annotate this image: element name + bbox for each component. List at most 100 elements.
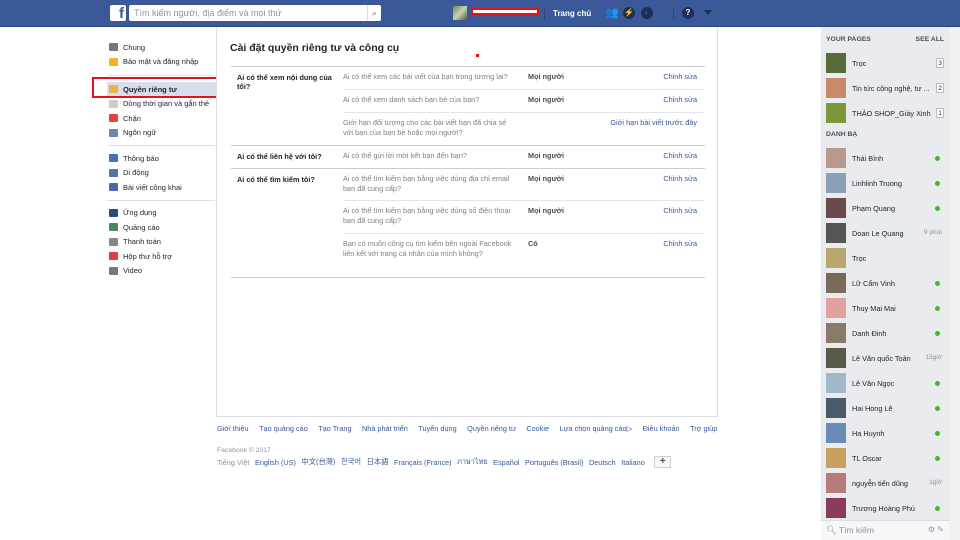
nav-item[interactable]: Thanh toán (107, 235, 217, 250)
language-link[interactable]: English (US) (255, 458, 296, 467)
nav-divider (107, 145, 215, 146)
section-label: Ai có thể liên hệ với tôi? (237, 152, 322, 161)
section-label: Ai có thể xem nội dung của tôi? (237, 73, 332, 91)
chat-settings-compose-icons[interactable]: ⚙ ✎ (928, 521, 944, 539)
page-thumbnail (826, 78, 846, 98)
footer-link[interactable]: Quyền riêng tư (467, 424, 516, 433)
help-icon[interactable]: ? (682, 7, 694, 19)
notifications-globe-icon[interactable]: ◐ (641, 7, 653, 19)
edit-link[interactable]: Chỉnh sửa (663, 72, 697, 81)
nav-item[interactable]: Video (107, 264, 217, 279)
contact-item[interactable]: Trọc (826, 248, 948, 268)
language-link[interactable]: Français (France) (394, 458, 452, 467)
language-link[interactable]: Español (493, 458, 519, 467)
contact-item[interactable]: Doan Le Quang 9 phút (826, 223, 948, 243)
contact-item[interactable]: Ha Huynh (826, 423, 948, 443)
language-link[interactable]: 中文(台灣) (301, 457, 335, 467)
contact-name: Linhlinh Truong (852, 178, 902, 188)
contact-avatar (826, 373, 846, 393)
facebook-logo-icon[interactable]: f (110, 5, 126, 21)
more-languages-button[interactable]: + (654, 456, 672, 468)
contact-item[interactable]: TL Oscar (826, 448, 948, 468)
search-icon[interactable]: ⌕ (366, 5, 377, 21)
footer-link[interactable]: Cookie (526, 424, 549, 433)
nav-item[interactable]: Quảng cáo (107, 220, 217, 235)
footer-link[interactable]: Trợ giúp (690, 424, 717, 433)
setting-value: Mọi người (528, 95, 565, 104)
language-link[interactable]: 日本語 (367, 457, 389, 467)
home-link[interactable]: Trang chủ (553, 9, 591, 18)
online-indicator-icon (935, 206, 940, 211)
online-indicator-icon (935, 381, 940, 386)
page-item[interactable]: Tin tức công nghệ, tư ... 2 (826, 78, 948, 98)
nav-item-icon (109, 57, 118, 66)
online-indicator-icon (935, 406, 940, 411)
footer-link[interactable]: Nhà phát triển (362, 424, 408, 433)
nav-item[interactable]: Di động (107, 166, 217, 181)
online-indicator-icon (935, 431, 940, 436)
messenger-icon[interactable]: ⚡ (623, 7, 635, 19)
footer-link[interactable]: Tuyển dụng (418, 424, 456, 433)
edit-link[interactable]: Giới hạn bài viết trước đây (610, 118, 697, 127)
nav-item[interactable]: Ứng dụng (107, 206, 217, 221)
nav-item-icon (109, 99, 118, 108)
contact-name: Thuy Mai Mai (852, 303, 896, 313)
contact-item[interactable]: Hai Hong Lê (826, 398, 948, 418)
contact-item[interactable]: Danh Đinh (826, 323, 948, 343)
nav-item[interactable]: Bài viết công khai (107, 180, 217, 195)
page-item[interactable]: THẢO SHOP_Giày Xinh 1 (826, 103, 948, 123)
search-input[interactable]: Tìm kiếm người, địa điểm và mọi thứ ⌕ (129, 5, 381, 21)
nav-divider (107, 75, 215, 76)
nav-item-icon (109, 128, 118, 137)
see-all-link[interactable]: SEE ALL (916, 36, 944, 43)
contact-item[interactable]: Lê Văn Ngọc (826, 373, 948, 393)
your-pages-heading: YOUR PAGES (826, 36, 871, 43)
online-indicator-icon (935, 506, 940, 511)
chat-search-input[interactable]: 🔍︎ Tìm kiếm ⚙ ✎ (821, 520, 950, 540)
footer-link[interactable]: Tạo quảng cáo (259, 424, 308, 433)
friend-requests-icon[interactable]: 👥 (605, 7, 619, 19)
contact-item[interactable]: Lê Văn quốc Toản 15giờ (826, 348, 948, 368)
scrollbar[interactable] (950, 27, 960, 540)
account-menu-chevron-down-icon[interactable] (704, 10, 712, 19)
divider (673, 7, 674, 20)
online-indicator-icon (935, 181, 940, 186)
nav-item[interactable]: Dòng thời gian và gắn thẻ (107, 97, 217, 112)
contact-name: Trọc (852, 253, 867, 263)
language-link[interactable]: Português (Brasil) (525, 458, 583, 467)
language-link[interactable]: Italiano (621, 458, 645, 467)
footer-link[interactable]: Giới thiệu (217, 424, 249, 433)
nav-item[interactable]: Chung (107, 40, 217, 55)
contact-item[interactable]: nguyễn tiến dũng 1giờ (826, 473, 948, 493)
language-link[interactable]: ภาษาไทย (457, 457, 488, 468)
language-link[interactable]: Deutsch (589, 458, 616, 467)
nav-item[interactable]: Ngôn ngữ (107, 126, 217, 141)
contact-item[interactable]: Thái Bình (826, 148, 948, 168)
nav-item[interactable]: Hộp thư hỗ trợ (107, 249, 217, 264)
nav-item-icon (109, 237, 118, 246)
profile-avatar[interactable] (453, 6, 467, 20)
edit-link[interactable]: Chỉnh sửa (663, 206, 697, 215)
edit-link[interactable]: Chỉnh sửa (663, 151, 697, 160)
contact-item[interactable]: Trương Hoàng Phú (826, 498, 948, 518)
edit-link[interactable]: Chỉnh sửa (663, 95, 697, 104)
language-link[interactable]: 한국어 (341, 457, 361, 467)
page-item[interactable]: Trọc 3 (826, 53, 948, 73)
contact-item[interactable]: Lữ Cẩm Vinh (826, 273, 948, 293)
footer-link[interactable]: Lựa chọn quảng cáo▷ (560, 424, 633, 433)
contacts-heading: DANH BẠ (826, 131, 858, 138)
edit-link[interactable]: Chỉnh sửa (663, 174, 697, 183)
nav-item[interactable]: Bảo mật và đăng nhập (107, 55, 217, 70)
nav-item[interactable]: Chặn (107, 111, 217, 126)
row-divider (343, 89, 705, 90)
redacted-profile-name[interactable] (471, 8, 539, 15)
footer-link[interactable]: Điều khoản (643, 424, 680, 433)
contact-name: Lê Văn Ngọc (852, 378, 895, 388)
edit-link[interactable]: Chỉnh sửa (663, 239, 697, 248)
setting-value: Có (528, 239, 538, 248)
contact-item[interactable]: Linhlinh Truong (826, 173, 948, 193)
contact-item[interactable]: Phạm Quang (826, 198, 948, 218)
contact-item[interactable]: Thuy Mai Mai (826, 298, 948, 318)
nav-item[interactable]: Thông báo (107, 151, 217, 166)
footer-link[interactable]: Tạo Trang (318, 424, 351, 433)
